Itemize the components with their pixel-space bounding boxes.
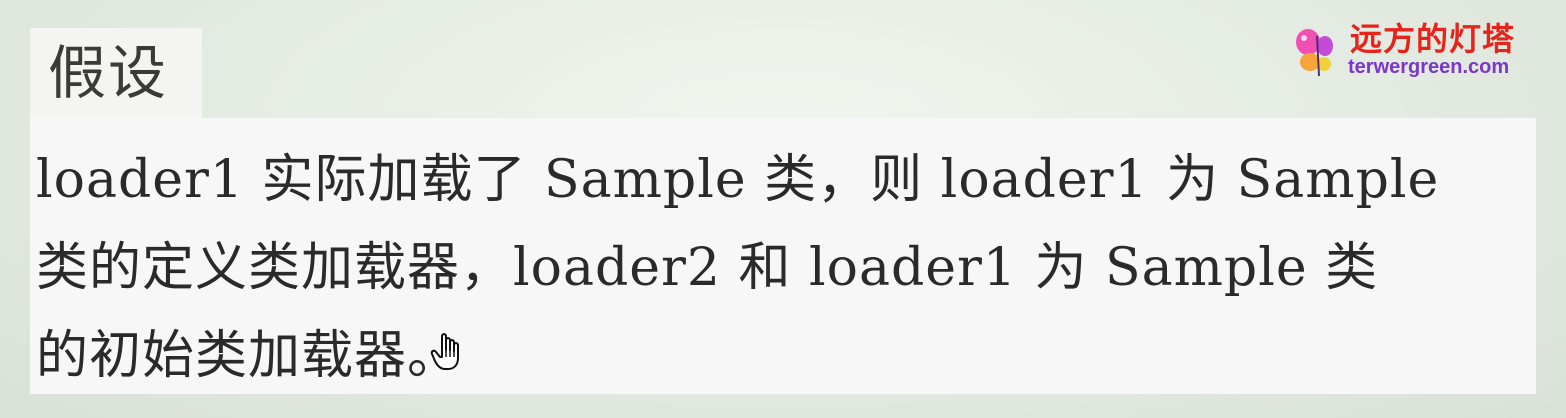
text-panel: loader1 实际加载了 Sample 类，则 loader1 为 Sampl…	[30, 118, 1536, 394]
body-text-line-2: 类的定义类加载器，loader2 和 loader1 为 Sample 类	[36, 238, 1379, 298]
hand-pointer-cursor-icon	[430, 333, 459, 370]
body-text-line-3: 的初始类加载器。	[36, 326, 461, 386]
watermark-domain-text: terwergreen.com	[1348, 56, 1510, 78]
butterfly-logo-icon	[1296, 29, 1333, 77]
heading-label-box: 假设	[30, 28, 202, 118]
watermark-chinese-text: 远方的灯塔	[1350, 20, 1516, 58]
watermark-logo: 远方的灯塔 terwergreen.com	[1292, 20, 1532, 82]
body-text-line-1: loader1 实际加载了 Sample 类，则 loader1 为 Sampl…	[36, 150, 1440, 210]
heading-label: 假设	[48, 39, 169, 107]
